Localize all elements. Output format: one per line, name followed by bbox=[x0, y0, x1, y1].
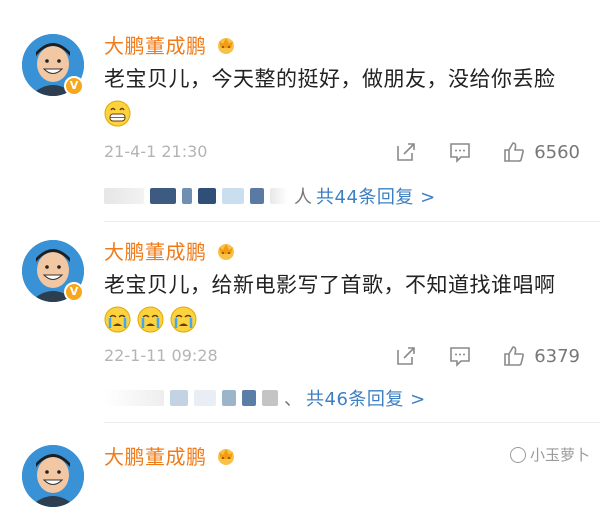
reply-prefix: 、 bbox=[284, 389, 302, 410]
crying-emoji-icon bbox=[104, 306, 131, 333]
divider bbox=[104, 422, 600, 423]
blurred-name bbox=[198, 188, 216, 204]
emoji-row bbox=[104, 100, 131, 127]
blurred-name bbox=[170, 390, 188, 406]
comment-icon[interactable] bbox=[448, 140, 472, 164]
divider bbox=[104, 221, 600, 222]
crown-icon bbox=[217, 448, 234, 465]
like-icon[interactable] bbox=[502, 140, 526, 164]
comment-time: 22-1-11 09:28 bbox=[104, 346, 218, 365]
emoji-row bbox=[104, 306, 197, 333]
username[interactable]: 大鹏董成鹏 bbox=[104, 30, 237, 59]
comment-actions: 6379 bbox=[364, 344, 580, 368]
verified-badge-icon: V bbox=[64, 282, 84, 302]
watermark-text: 小玉萝卜 bbox=[529, 446, 590, 464]
comment-time: 21-4-1 21:30 bbox=[104, 142, 208, 161]
blurred-name bbox=[222, 188, 244, 204]
view-replies-link[interactable]: 共46条回复 > bbox=[306, 385, 426, 411]
reply-summary[interactable]: 人 共44条回复 > bbox=[104, 184, 436, 208]
share-icon[interactable] bbox=[394, 140, 418, 164]
username-text[interactable]: 大鹏董成鹏 bbox=[104, 441, 207, 470]
reply-summary[interactable]: 、 共46条回复 > bbox=[104, 386, 426, 410]
crying-emoji-icon bbox=[137, 306, 164, 333]
blurred-name bbox=[104, 188, 144, 204]
comment-text: 老宝贝儿，今天整的挺好，做朋友，没给你丢脸 bbox=[104, 67, 556, 91]
username-text[interactable]: 大鹏董成鹏 bbox=[104, 30, 207, 59]
comment-actions: 6560 bbox=[364, 140, 580, 164]
avatar[interactable] bbox=[22, 445, 84, 507]
avatar-image bbox=[22, 445, 84, 507]
watermark: 小玉萝卜 bbox=[509, 444, 590, 465]
blurred-name bbox=[242, 390, 256, 406]
comment-icon[interactable] bbox=[448, 344, 472, 368]
crying-emoji-icon bbox=[170, 306, 197, 333]
blurred-name bbox=[194, 390, 216, 406]
verified-badge-icon: V bbox=[64, 76, 84, 96]
view-replies-link[interactable]: 共44条回复 > bbox=[316, 183, 436, 209]
username[interactable]: 大鹏董成鹏 bbox=[104, 236, 237, 265]
crown-icon bbox=[217, 243, 234, 260]
blurred-name bbox=[182, 188, 192, 204]
like-count: 6379 bbox=[534, 345, 580, 367]
like-count: 6560 bbox=[534, 141, 580, 163]
blurred-name bbox=[150, 188, 176, 204]
watermark-icon bbox=[509, 446, 526, 463]
blurred-name bbox=[250, 188, 264, 204]
crown-icon bbox=[217, 37, 234, 54]
blurred-name bbox=[222, 390, 236, 406]
username-text[interactable]: 大鹏董成鹏 bbox=[104, 236, 207, 265]
reply-prefix: 人 bbox=[294, 187, 312, 208]
blurred-name bbox=[270, 188, 288, 204]
username[interactable]: 大鹏董成鹏 bbox=[104, 441, 237, 470]
like-icon[interactable] bbox=[502, 344, 526, 368]
grin-emoji-icon bbox=[104, 100, 131, 127]
blurred-name bbox=[262, 390, 278, 406]
blurred-name bbox=[104, 390, 164, 406]
share-icon[interactable] bbox=[394, 344, 418, 368]
comment-text: 老宝贝儿，给新电影写了首歌，不知道找谁唱啊 bbox=[104, 273, 556, 297]
